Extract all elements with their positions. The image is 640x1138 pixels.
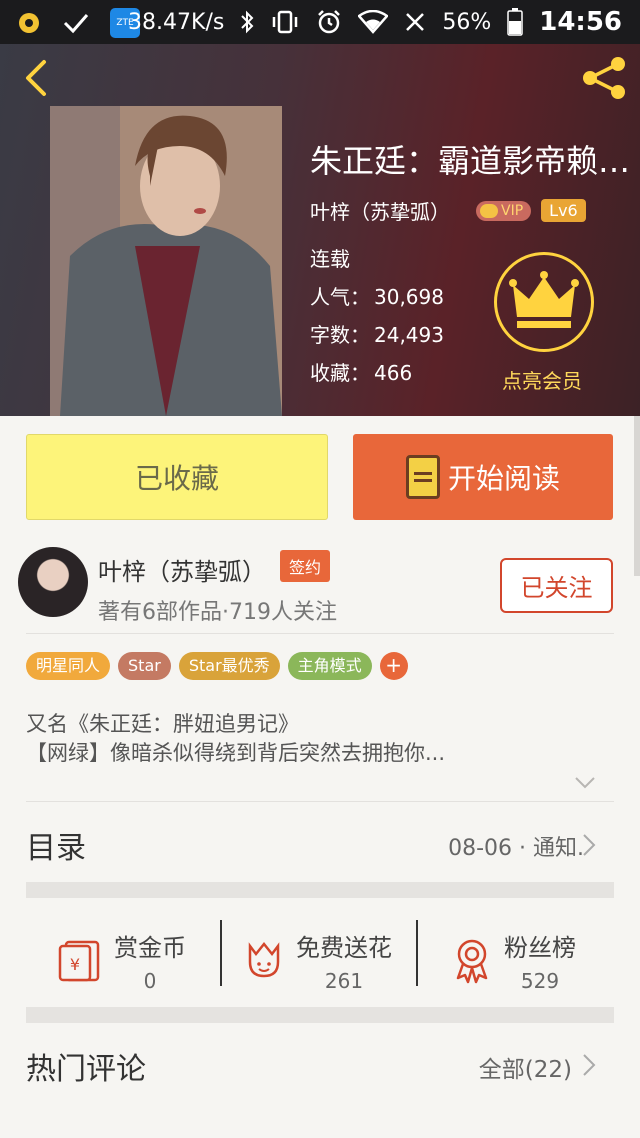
favorites-row: 收藏： 466	[310, 361, 413, 385]
intro-line: 【网绿】像暗杀似得绕到背后突然去拥抱你...	[26, 741, 446, 765]
popularity-value: 30,698	[374, 285, 444, 309]
stats-bar: ¥ 赏金币 0 免费送花 261 粉丝榜 529	[26, 900, 614, 1020]
status-bar: ZTE 38.47K/s 56% 14:56	[0, 0, 640, 44]
battery-icon	[507, 8, 523, 36]
network-speed: 38.47K/s	[128, 9, 225, 35]
free-flowers-stat[interactable]: 免费送花 261	[242, 920, 392, 1000]
intro-line: 又名《朱正廷：胖妞追男记》	[26, 712, 299, 736]
book-cover-image[interactable]	[50, 106, 282, 416]
vip-label: VIP	[501, 202, 524, 219]
reward-coins-stat[interactable]: ¥ 赏金币 0	[56, 920, 186, 1000]
author-name[interactable]: 叶梓（苏挚弧）	[98, 552, 266, 587]
book-title: 朱正廷：霸道影帝赖…	[310, 142, 630, 180]
share-icon[interactable]	[580, 54, 628, 102]
red-envelope-icon: ¥	[58, 940, 100, 982]
favorites-value: 466	[374, 361, 413, 385]
hot-comments-title: 热门评论	[26, 1052, 146, 1087]
vip-badge: VIP	[476, 200, 532, 221]
tag[interactable]: 明星同人	[26, 652, 111, 680]
catalog-latest-chapter[interactable]: 08-06 · 通知.	[448, 830, 584, 862]
flower-icon	[248, 941, 280, 978]
book-author[interactable]: 叶梓（苏挚弧）	[310, 196, 450, 225]
tag[interactable]: Star最优秀	[178, 652, 280, 680]
stat-value: 529	[520, 968, 560, 993]
member-button[interactable]	[494, 252, 594, 352]
stat-label: 免费送花	[296, 933, 392, 962]
scrollbar[interactable]	[634, 416, 640, 576]
book-intro[interactable]: 又名《朱正廷：胖妞追男记》 【网绿】像暗杀似得绕到背后突然去拥抱你...	[26, 710, 616, 768]
notification-app-icon	[19, 13, 39, 33]
member-label[interactable]: 点亮会员	[502, 365, 582, 394]
stat-label: 粉丝榜	[504, 933, 576, 962]
stat-value: 0	[143, 968, 157, 993]
start-reading-button[interactable]: 开始阅读	[353, 434, 613, 520]
crown-icon	[509, 271, 579, 328]
bluetooth-icon	[241, 10, 254, 34]
chevron-down-icon[interactable]	[574, 776, 596, 790]
stat-value: 261	[324, 968, 364, 993]
favorited-label: 已收藏	[134, 462, 219, 495]
book-author-row: 叶梓（苏挚弧） VIP Lv6	[310, 196, 586, 225]
clock: 14:56	[539, 7, 622, 37]
wifi-icon	[358, 10, 389, 34]
all-comments-link[interactable]: 全部(22)	[479, 1050, 572, 1084]
start-reading-label: 开始阅读	[447, 462, 560, 495]
cover-illustration	[50, 106, 282, 416]
author-avatar[interactable]	[18, 547, 88, 617]
divider	[26, 801, 614, 802]
popularity-row: 人气： 30,698	[310, 285, 444, 309]
fan-ranking-stat[interactable]: 粉丝榜 529	[450, 920, 576, 1000]
vip-crown-icon	[480, 203, 498, 218]
check-icon	[63, 14, 89, 34]
author-meta: 著有6部作品·719人关注	[98, 600, 337, 625]
medal-icon	[456, 939, 488, 984]
battery-percent: 56%	[442, 9, 492, 35]
follow-button[interactable]: 已关注	[500, 558, 613, 613]
book-icon	[405, 455, 440, 499]
back-arrow-icon[interactable]	[18, 58, 58, 98]
book-header: 朱正廷：霸道影帝赖… 叶梓（苏挚弧） VIP Lv6 连载 人气： 30,698 …	[0, 44, 640, 416]
serial-status: 连载	[310, 247, 350, 271]
follow-label: 已关注	[520, 574, 593, 602]
chevron-right-icon[interactable]	[582, 833, 596, 857]
word-count-row: 字数： 24,493	[310, 323, 444, 347]
word-count-value: 24,493	[374, 323, 444, 347]
alarm-icon	[318, 10, 341, 34]
stat-separator	[416, 920, 418, 986]
signed-badge: 签约	[280, 550, 331, 582]
tag[interactable]: 主角模式	[287, 652, 372, 680]
level-badge: Lv6	[541, 199, 586, 222]
svg-text:¥: ¥	[70, 955, 80, 974]
catalog-title[interactable]: 目录	[26, 823, 86, 867]
add-tag-button[interactable]: +	[379, 652, 408, 680]
vibrate-icon	[273, 10, 298, 34]
divider	[26, 633, 614, 634]
section-divider	[26, 1007, 614, 1023]
tag-list: 明星同人 Star Star最优秀 主角模式 +	[26, 652, 408, 680]
section-divider	[26, 882, 614, 898]
stat-label: 赏金币	[114, 933, 186, 962]
no-signal-icon	[406, 13, 425, 31]
favorited-button[interactable]: 已收藏	[26, 434, 328, 520]
book-meta: 连载 人气： 30,698 字数： 24,493 收藏： 466	[310, 240, 444, 392]
chevron-right-icon[interactable]	[582, 1053, 596, 1077]
stat-separator	[220, 920, 222, 986]
tag[interactable]: Star	[118, 652, 171, 680]
